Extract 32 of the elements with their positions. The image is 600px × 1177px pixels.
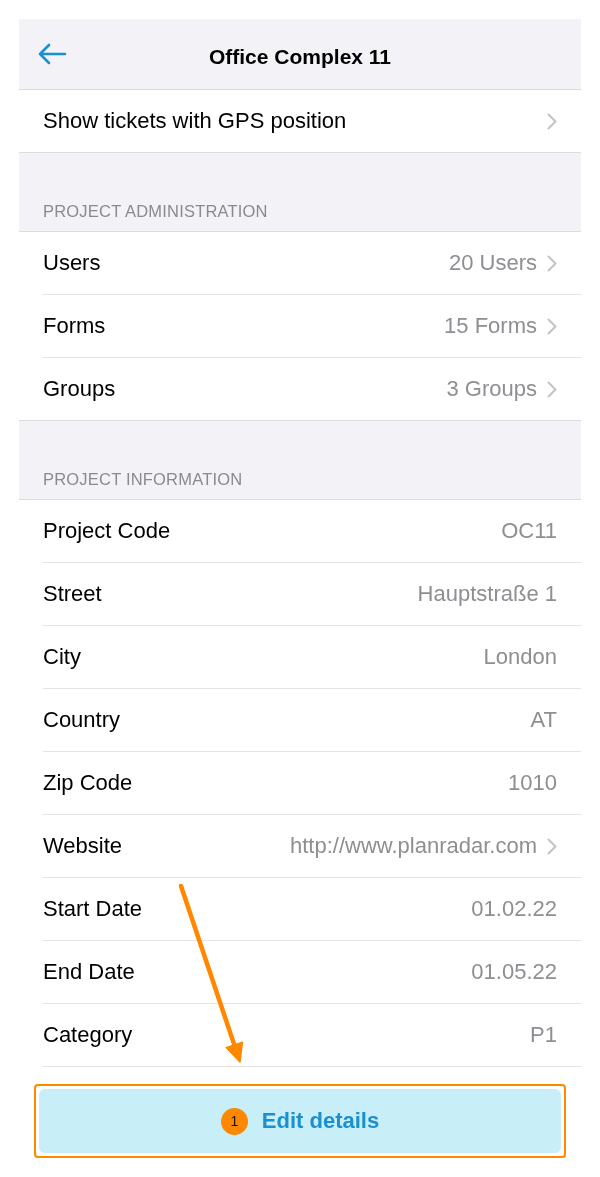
row-label: Forms — [43, 313, 106, 339]
row-value: AT — [530, 707, 557, 733]
back-arrow-icon — [37, 43, 67, 65]
row-label: Start Date — [43, 896, 143, 922]
edit-details-button[interactable]: 1 Edit details — [39, 1089, 561, 1153]
section-title: PROJECT ADMINISTRATION — [43, 202, 268, 221]
row-label: End Date — [43, 959, 135, 985]
row-value: 3 Groups — [446, 376, 537, 402]
row-label: Country — [43, 707, 121, 733]
row-value: London — [483, 644, 557, 670]
row-value: Hauptstraße 1 — [417, 581, 557, 607]
row-label: Website — [43, 833, 123, 859]
row-label: Category — [43, 1022, 133, 1048]
row-value: P1 — [530, 1022, 557, 1048]
row-label: Groups — [43, 376, 116, 402]
step-badge: 1 — [220, 1107, 248, 1135]
row-label: Zip Code — [43, 770, 133, 796]
section-title: PROJECT INFORMATION — [43, 470, 243, 489]
back-button[interactable] — [37, 42, 67, 66]
row-value: 15 Forms — [444, 313, 537, 339]
row-label: Street — [43, 581, 102, 607]
row-value: 1010 — [508, 770, 557, 796]
row-label: Users — [43, 250, 101, 276]
row-value: OC11 — [501, 518, 557, 544]
screen-title: Office Complex 11 — [207, 44, 393, 69]
row-value: 20 Users — [448, 250, 537, 276]
row-value: 01.02.22 — [471, 896, 557, 922]
row-value: http://www.planradar.com — [290, 833, 537, 859]
row-label: Project Code — [43, 518, 171, 544]
row-label: City — [43, 644, 81, 670]
row-value: 01.05.22 — [471, 959, 557, 985]
row-label: Show tickets with GPS position — [43, 108, 347, 134]
